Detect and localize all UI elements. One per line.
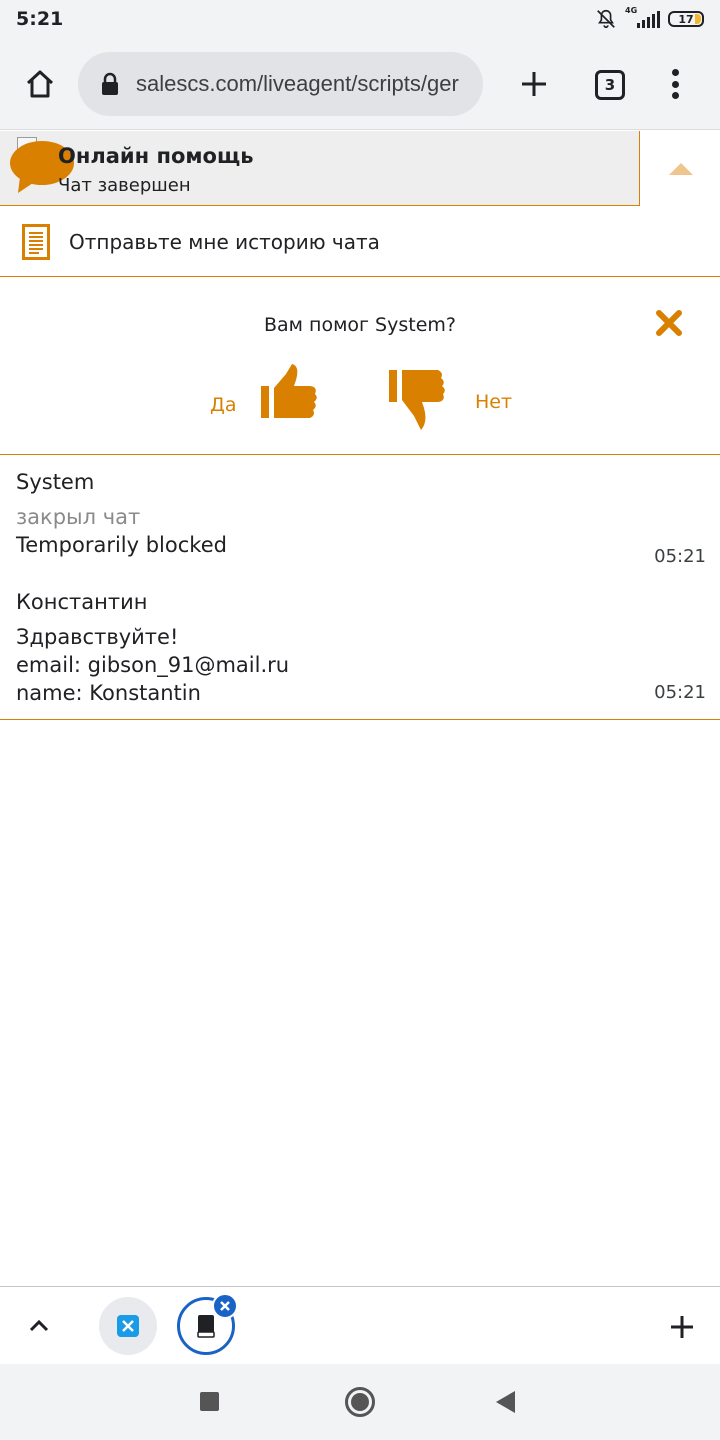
bell-off-icon: [597, 9, 615, 29]
url-text: salescs.com/liveagent/scripts/ger: [136, 71, 459, 96]
address-bar[interactable]: salescs.com/liveagent/scripts/ger: [78, 52, 483, 116]
message-time: 05:21: [654, 546, 706, 567]
message-item: System закрыл чат Temporarily blocked 05…: [16, 468, 706, 567]
battery-icon: 17: [668, 11, 704, 27]
plus-icon: [522, 72, 546, 96]
message-time: 05:21: [654, 682, 706, 703]
message-text: email: gibson_91@mail.ru: [16, 653, 290, 677]
yes-label[interactable]: Да: [210, 394, 237, 416]
feedback-panel: Вам помог System? Да Нет: [0, 278, 720, 455]
thumbs-down-icon[interactable]: [385, 370, 449, 430]
thumbs-up-icon[interactable]: [258, 364, 322, 422]
message-item: Константин Здравствуйте! email: gibson_9…: [16, 588, 706, 707]
overflow-menu-button[interactable]: [662, 66, 688, 102]
chevron-up-icon[interactable]: [24, 1311, 54, 1341]
transcript-label: Отправьте мне историю чата: [69, 229, 380, 254]
status-icons: 4G 17: [595, 6, 704, 31]
message-note: закрыл чат: [16, 505, 141, 529]
battery-level: 17: [678, 12, 694, 26]
home-button[interactable]: [20, 64, 60, 104]
home-nav-button[interactable]: [345, 1387, 375, 1417]
message-text: Temporarily blocked: [16, 533, 227, 557]
message-list: System закрыл чат Temporarily blocked 05…: [0, 456, 720, 720]
book-icon: [197, 1315, 215, 1338]
signal-icon: 4G: [625, 6, 660, 28]
chat-header-panel: Онлайн помощь Чат завершен: [0, 131, 640, 206]
system-nav-bar: [0, 1364, 720, 1440]
network-type: 4G: [625, 6, 638, 15]
plus-icon[interactable]: [667, 1312, 697, 1342]
close-icon: [656, 310, 682, 336]
home-icon: [26, 70, 54, 98]
chat-title: Онлайн помощь: [58, 144, 254, 168]
tab-strip: [0, 1286, 720, 1364]
document-icon: [22, 223, 50, 260]
chat-status: Чат завершен: [58, 175, 191, 196]
close-tab-button[interactable]: [212, 1293, 238, 1319]
close-icon: [220, 1301, 230, 1311]
message-text: name: Konstantin: [16, 681, 201, 705]
recents-button[interactable]: [200, 1392, 219, 1411]
chat-header: Онлайн помощь Чат завершен: [0, 131, 720, 207]
tab-switcher-button[interactable]: 3: [595, 70, 625, 100]
status-time: 5:21: [16, 8, 64, 30]
message-author: Константин: [16, 590, 148, 614]
chevron-up-icon: [668, 162, 693, 175]
send-transcript-link[interactable]: Отправьте мне историю чата: [0, 207, 720, 277]
message-author: System: [16, 470, 95, 494]
feedback-question: Вам помог System?: [263, 314, 456, 336]
no-label[interactable]: Нет: [475, 391, 512, 413]
tab-thumbnail[interactable]: [99, 1297, 157, 1355]
new-tab-button[interactable]: [514, 64, 554, 104]
status-bar: 5:21 4G 17: [0, 0, 720, 38]
lock-icon: [102, 72, 118, 95]
favicon-x-icon: [117, 1315, 139, 1337]
browser-toolbar: salescs.com/liveagent/scripts/ger 3: [0, 38, 720, 130]
message-text: Здравствуйте!: [16, 625, 179, 649]
back-button[interactable]: [496, 1391, 515, 1413]
close-feedback-button[interactable]: [652, 306, 686, 340]
collapse-button[interactable]: [641, 131, 720, 206]
